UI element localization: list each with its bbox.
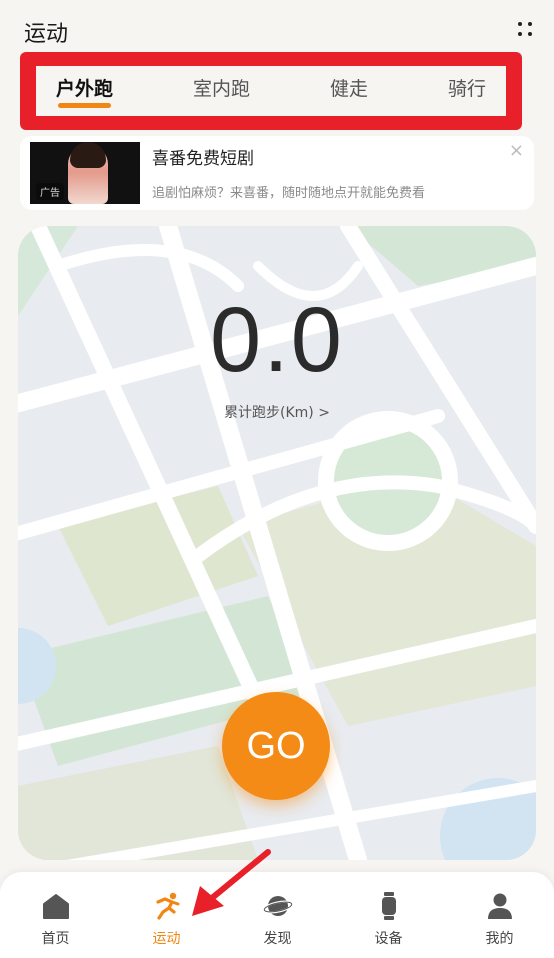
nav-home-label: 首页 bbox=[41, 931, 70, 947]
home-icon bbox=[43, 894, 69, 919]
map-card: 0.0 累计跑步(Km) > GO bbox=[18, 226, 536, 860]
planet-icon bbox=[263, 896, 293, 916]
ad-title: 喜番免费短剧 bbox=[152, 149, 254, 169]
tab-indoor-run[interactable]: 室内跑 bbox=[193, 66, 250, 116]
watch-icon bbox=[382, 892, 396, 920]
nav-device[interactable]: 设备 bbox=[333, 872, 444, 958]
ad-tag: 广告 bbox=[36, 183, 64, 200]
ad-description: 追剧怕麻烦？来喜番，随时随地点开就能免费看 bbox=[152, 186, 426, 201]
header: 运动 bbox=[0, 0, 554, 60]
page-title: 运动 bbox=[24, 22, 69, 47]
distance-label[interactable]: 累计跑步(Km) > bbox=[18, 402, 536, 422]
distance-value: 0.0 bbox=[210, 289, 344, 391]
nav-discover[interactable]: 发现 bbox=[222, 872, 333, 958]
ad-banner[interactable]: 广告 喜番免费短剧 追剧怕麻烦？来喜番，随时随地点开就能免费看 × bbox=[20, 136, 534, 210]
nav-discover-label: 发现 bbox=[263, 931, 292, 947]
tab-outdoor-run[interactable]: 户外跑 bbox=[56, 66, 113, 116]
nav-device-label: 设备 bbox=[374, 931, 403, 947]
nav-profile[interactable]: 我的 bbox=[444, 872, 554, 958]
tab-walk[interactable]: 健走 bbox=[330, 66, 368, 116]
nav-home[interactable]: 首页 bbox=[0, 872, 111, 958]
nav-sport[interactable]: 运动 bbox=[111, 872, 222, 958]
tab-cycling[interactable]: 骑行 bbox=[448, 66, 486, 116]
bottom-nav: 首页 运动 发现 设备 我的 bbox=[0, 872, 554, 958]
sport-tabs: 户外跑 室内跑 健走 骑行 bbox=[36, 66, 506, 116]
go-button[interactable]: GO bbox=[222, 692, 330, 800]
close-icon[interactable]: × bbox=[509, 140, 524, 161]
nav-profile-label: 我的 bbox=[485, 931, 514, 947]
more-options-icon[interactable] bbox=[514, 18, 538, 42]
nav-sport-label: 运动 bbox=[152, 931, 181, 947]
person-icon bbox=[488, 893, 512, 919]
running-icon bbox=[156, 892, 180, 920]
tabs-highlight-box: 户外跑 室内跑 健走 骑行 bbox=[20, 52, 522, 130]
ad-thumbnail: 广告 bbox=[30, 142, 140, 204]
